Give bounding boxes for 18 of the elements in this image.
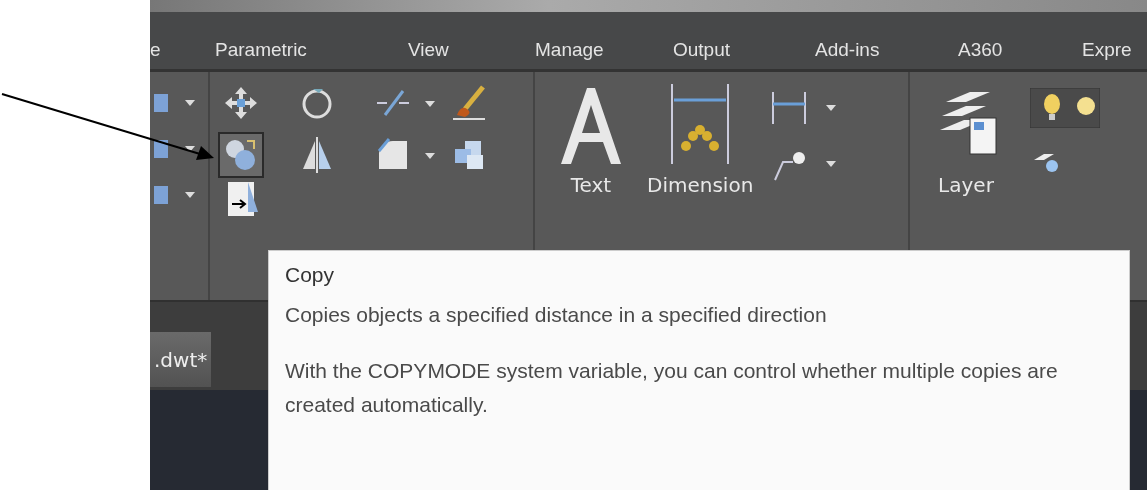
ribbon-tab[interactable]: Manage bbox=[535, 36, 604, 65]
tool-label: Layer bbox=[938, 172, 994, 199]
file-tab[interactable]: .dwt* bbox=[150, 332, 212, 387]
light-bulb-icon[interactable] bbox=[1030, 88, 1100, 128]
ribbon-tab[interactable]: Add-ins bbox=[815, 36, 880, 65]
tool-label: Dimension bbox=[647, 172, 754, 199]
ribbon-tab[interactable]: e bbox=[150, 36, 161, 65]
ribbon-tab[interactable]: View bbox=[408, 36, 449, 65]
tooltip-details: With the COPYMODE system variable, you can control whether multiple copies are created automatically. bbox=[285, 358, 1059, 418]
ribbon-tab[interactable]: Expre bbox=[1082, 36, 1132, 65]
tooltip-title: Copy bbox=[285, 262, 336, 288]
tooltip-description: Copies objects a specified distance in a specified direction bbox=[285, 301, 828, 328]
ribbon-tab[interactable]: Output bbox=[673, 36, 731, 65]
tool-label: Text bbox=[570, 172, 612, 199]
ribbon-tab[interactable]: A360 bbox=[958, 36, 1003, 65]
caret-icon[interactable] bbox=[184, 145, 196, 153]
ribbon-tab[interactable]: Parametric bbox=[215, 36, 307, 65]
copy-button[interactable] bbox=[218, 132, 264, 178]
